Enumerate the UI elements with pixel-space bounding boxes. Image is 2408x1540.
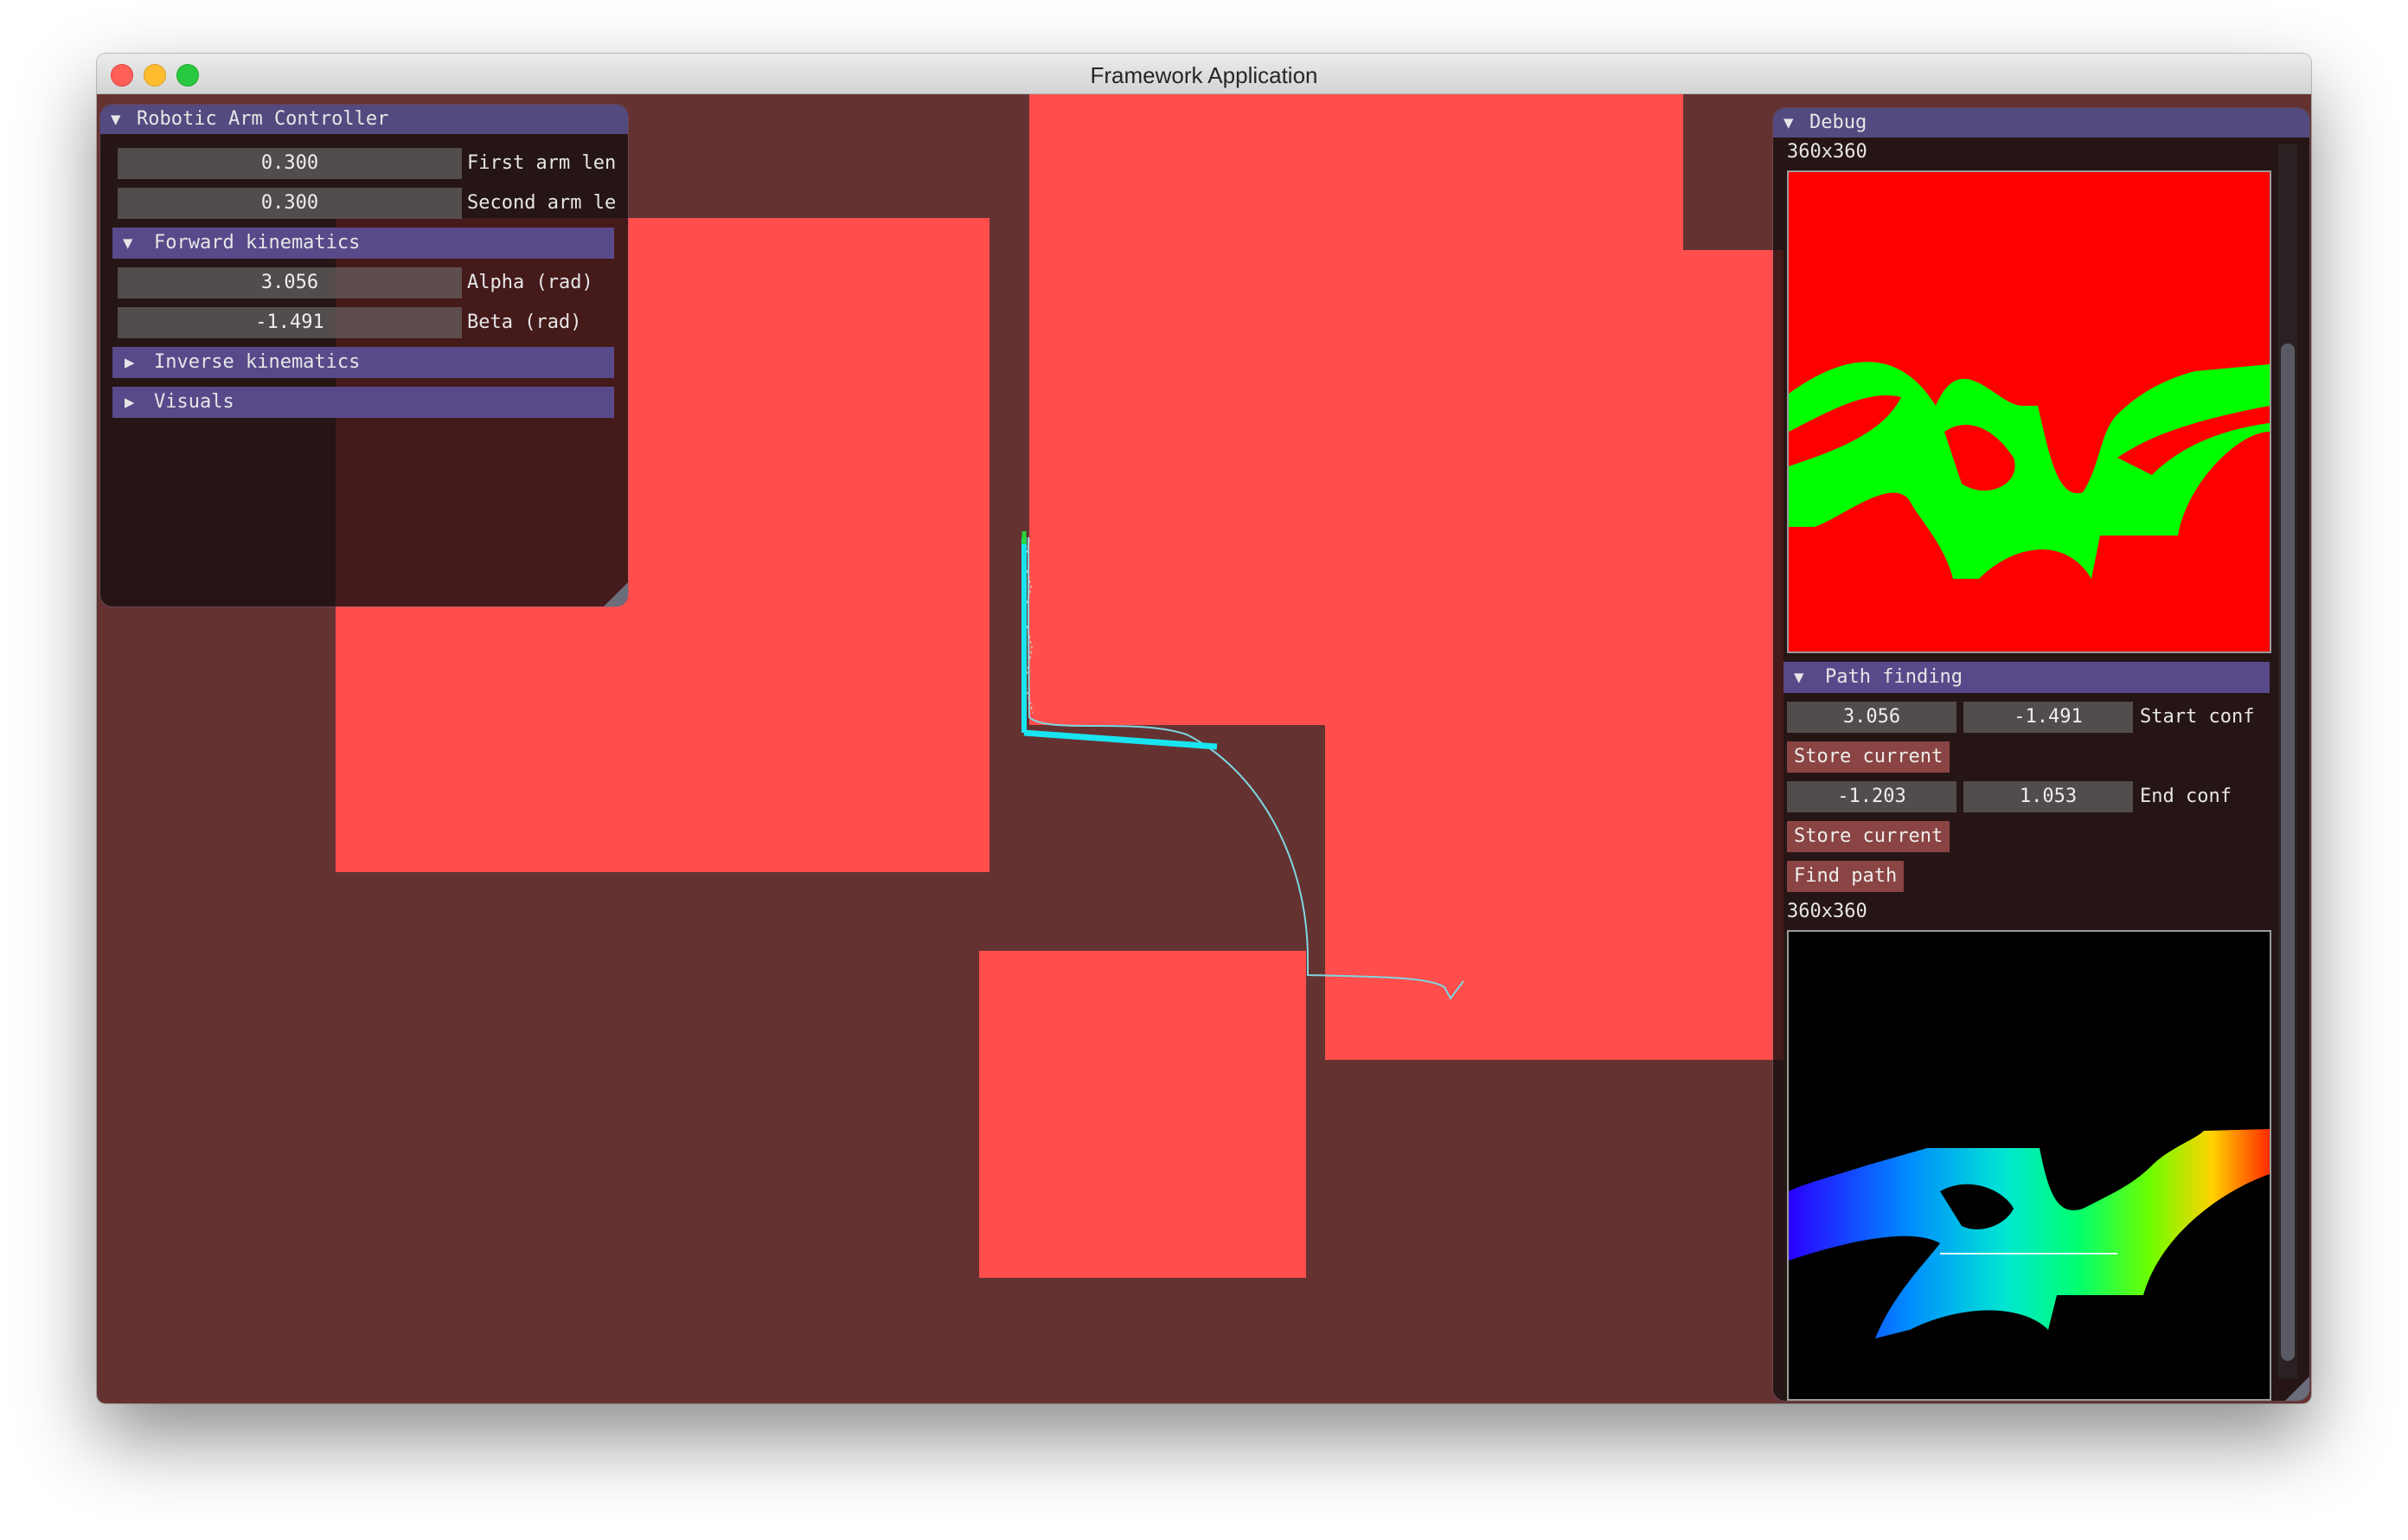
resize-grip-icon[interactable] (604, 582, 628, 606)
scrollbar-thumb[interactable] (2281, 343, 2295, 1361)
end-conf-label: End conf (2140, 786, 2232, 807)
path-finding-title: Path finding (1825, 666, 1963, 688)
expanded-arrow-icon: ▼ (1794, 668, 1804, 687)
first-arm-length-label: First arm len (467, 152, 617, 174)
collapse-arrow-icon[interactable]: ▼ (1784, 110, 1793, 136)
debug-panel[interactable]: ▼ Debug 360x360 ▼ Path finding 3.056 -1.… (1773, 108, 2309, 1401)
robotic-arm-controller-panel[interactable]: ▼ Robotic Arm Controller 0.300 First arm… (100, 105, 628, 606)
path-field-region (1789, 1129, 2270, 1338)
app-window: Framework Application ▼ Robotic Arm Cont… (97, 54, 2311, 1403)
alpha-label: Alpha (rad) (467, 272, 593, 293)
forward-kinematics-header[interactable]: ▼ Forward kinematics (112, 228, 614, 259)
collapse-arrow-icon[interactable]: ▼ (111, 106, 120, 132)
controller-title: Robotic Arm Controller (137, 108, 389, 130)
beta-label: Beta (rad) (467, 311, 582, 333)
second-arm-length-label: Second arm le (467, 192, 617, 214)
visuals-title: Visuals (154, 391, 234, 413)
window-title: Framework Application (1090, 62, 1318, 88)
inverse-kinematics-header[interactable]: ▶ Inverse kinematics (112, 347, 614, 378)
end-beta-input[interactable]: 1.053 (1963, 781, 2133, 812)
debug-scrollbar[interactable] (2278, 144, 2297, 1378)
find-path-button[interactable]: Find path (1787, 861, 1905, 892)
configuration-space-image (1787, 170, 2271, 653)
debug-title: Debug (1809, 112, 1867, 133)
workspace-canvas[interactable]: ▼ Robotic Arm Controller 0.300 First arm… (97, 94, 2311, 1403)
free-config-region (1789, 362, 2270, 579)
path-distance-image (1787, 930, 2271, 1401)
path-finding-header[interactable]: ▼ Path finding (1784, 662, 2270, 693)
debug-header[interactable]: ▼ Debug (1773, 108, 2309, 138)
resize-grip-icon[interactable] (2285, 1376, 2309, 1401)
second-arm-length-input[interactable]: 0.300 (118, 188, 462, 219)
collapsed-arrow-icon: ▶ (125, 393, 135, 412)
end-alpha-input[interactable]: -1.203 (1787, 781, 1956, 812)
start-conf-label: Start conf (2140, 706, 2255, 728)
first-arm-length-input[interactable]: 0.300 (118, 148, 462, 179)
expanded-arrow-icon: ▼ (123, 234, 133, 253)
start-alpha-input[interactable]: 3.056 (1787, 702, 1956, 733)
visuals-header[interactable]: ▶ Visuals (112, 387, 614, 418)
store-end-button[interactable]: Store current (1787, 821, 1950, 852)
store-start-button[interactable]: Store current (1787, 741, 1950, 773)
beta-input[interactable]: -1.491 (118, 307, 462, 338)
controller-header[interactable]: ▼ Robotic Arm Controller (100, 105, 628, 134)
path-image-size-label: 360x360 (1787, 901, 1867, 922)
inverse-kinematics-title: Inverse kinematics (154, 351, 361, 373)
title-bar[interactable]: Framework Application (97, 54, 2311, 94)
collapsed-arrow-icon: ▶ (125, 353, 135, 372)
alpha-input[interactable]: 3.056 (118, 267, 462, 298)
config-space-size-label: 360x360 (1787, 141, 1867, 163)
start-beta-input[interactable]: -1.491 (1963, 702, 2133, 733)
end-effector-path (1028, 537, 1464, 1000)
forward-kinematics-title: Forward kinematics (154, 232, 361, 253)
